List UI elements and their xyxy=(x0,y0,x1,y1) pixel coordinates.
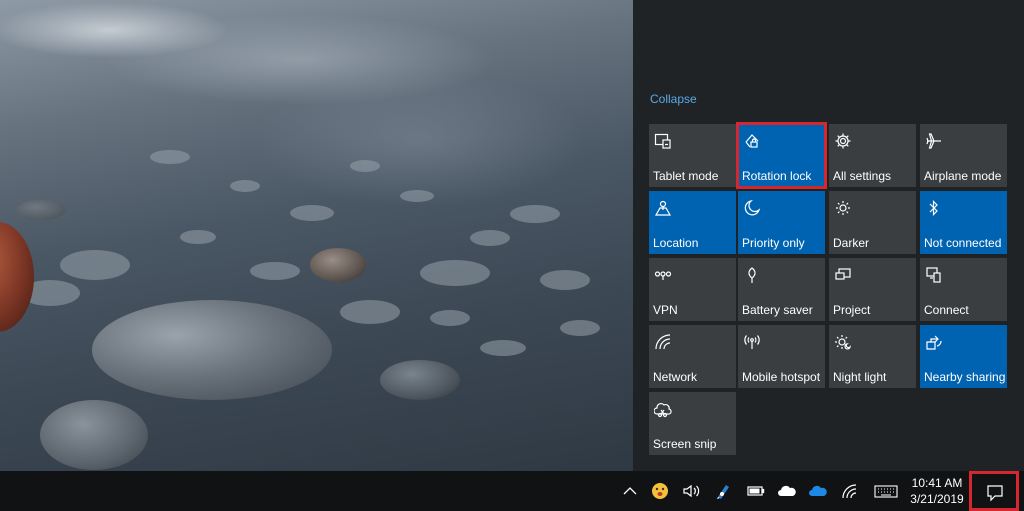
connect-icon xyxy=(925,266,943,284)
bluetooth-icon xyxy=(925,199,943,217)
location-icon xyxy=(654,199,672,217)
tile-label: Nearby sharing xyxy=(924,370,1005,384)
chevron-up-icon[interactable] xyxy=(620,482,640,500)
notification-icon xyxy=(987,485,1003,502)
onedrive-blue-icon[interactable] xyxy=(808,482,828,500)
tablet-mode-icon xyxy=(654,132,672,150)
tile-label: Night light xyxy=(833,370,887,384)
moon-icon xyxy=(743,199,761,217)
tile-network[interactable]: Network xyxy=(649,325,736,388)
tile-tablet-mode[interactable]: Tablet mode xyxy=(649,124,736,187)
tile-label: Screen snip xyxy=(653,437,717,451)
clock-time: 10:41 AM xyxy=(911,476,963,490)
tile-label: Rotation lock xyxy=(742,169,812,183)
night-light-icon xyxy=(834,333,852,351)
tile-priority-only[interactable]: Priority only xyxy=(738,191,825,254)
keyboard-icon[interactable] xyxy=(874,482,898,500)
tile-label: Battery saver xyxy=(742,303,813,317)
project-icon xyxy=(834,266,852,284)
tile-location[interactable]: Location xyxy=(649,191,736,254)
battery-saver-icon xyxy=(743,266,761,284)
sun-icon xyxy=(834,199,852,217)
tile-label: Network xyxy=(653,370,698,384)
tile-label: All settings xyxy=(833,169,892,183)
tile-darker[interactable]: Darker xyxy=(829,191,916,254)
rotation-lock-icon xyxy=(743,132,761,150)
tile-label: Priority only xyxy=(742,236,805,250)
tile-label: Project xyxy=(833,303,871,317)
clock-date: 3/21/2019 xyxy=(910,492,964,506)
wifi-icon[interactable] xyxy=(840,482,860,500)
tile-label: Mobile hotspot xyxy=(742,370,821,384)
collapse-link[interactable]: Collapse xyxy=(650,92,697,106)
tile-label: Darker xyxy=(833,236,870,250)
action-center-button[interactable] xyxy=(969,471,1019,511)
tile-battery-saver[interactable]: Battery saver xyxy=(738,258,825,321)
tile-mobile-hotspot[interactable]: Mobile hotspot xyxy=(738,325,825,388)
tile-label: Location xyxy=(653,236,699,250)
tile-label: Connect xyxy=(924,303,969,317)
vpn-icon xyxy=(654,266,672,284)
onedrive-white-icon[interactable] xyxy=(777,482,797,500)
battery-icon[interactable] xyxy=(746,482,766,500)
clock[interactable]: 10:41 AM 3/21/2019 xyxy=(905,475,969,507)
tile-all-settings[interactable]: All settings xyxy=(829,124,916,187)
volume-icon[interactable] xyxy=(681,482,701,500)
network-icon xyxy=(654,333,672,351)
tile-project[interactable]: Project xyxy=(829,258,916,321)
action-center-panel: Collapse Tablet mode Rotation lock All s… xyxy=(633,0,1024,471)
desktop-wallpaper xyxy=(0,0,633,471)
taskbar: 10:41 AM 3/21/2019 xyxy=(0,471,1024,511)
pen-workspace-icon[interactable] xyxy=(714,482,734,500)
nearby-sharing-icon xyxy=(925,333,943,351)
tile-night-light[interactable]: Night light xyxy=(829,325,916,388)
airplane-icon xyxy=(925,132,943,150)
tile-label: Airplane mode xyxy=(924,169,1002,183)
hotspot-icon xyxy=(743,333,761,351)
tile-screen-snip[interactable]: Screen snip xyxy=(649,392,736,455)
emoji-app-icon[interactable] xyxy=(650,482,670,500)
screen-snip-icon xyxy=(654,400,672,418)
tile-bluetooth[interactable]: Not connected xyxy=(920,191,1007,254)
tile-nearby-sharing[interactable]: Nearby sharing xyxy=(920,325,1007,388)
tile-rotation-lock[interactable]: Rotation lock xyxy=(736,122,827,189)
tile-airplane-mode[interactable]: Airplane mode xyxy=(920,124,1007,187)
tile-label: Not connected xyxy=(924,236,1002,250)
tile-connect[interactable]: Connect xyxy=(920,258,1007,321)
tile-label: Tablet mode xyxy=(653,169,719,183)
tile-label: VPN xyxy=(653,303,678,317)
tile-vpn[interactable]: VPN xyxy=(649,258,736,321)
gear-icon xyxy=(834,132,852,150)
